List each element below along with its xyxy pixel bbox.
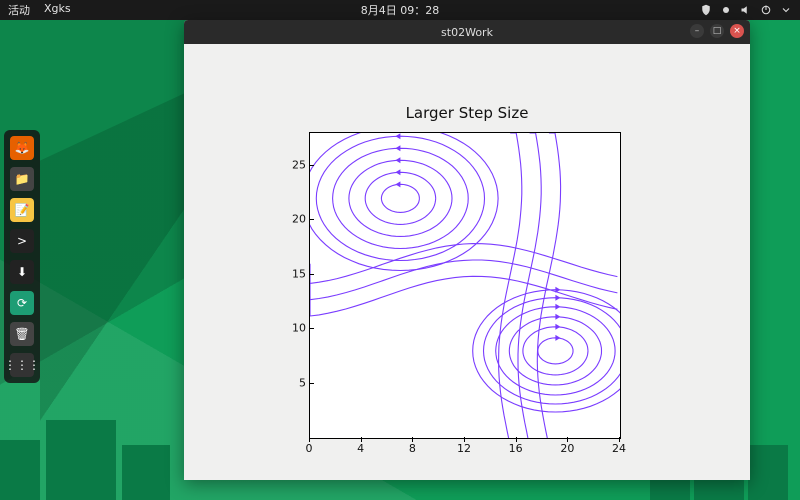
x-tick-label: 20 <box>560 442 574 455</box>
activities-button[interactable]: 活动 <box>8 2 30 18</box>
caret-icon[interactable] <box>780 4 792 16</box>
streamline-plot <box>310 133 620 438</box>
x-tick-label: 24 <box>612 442 626 455</box>
window-minimize-button[interactable]: – <box>690 24 704 38</box>
desktop: 活动 Xgks 8月4日 09：28 🦊 📁 📝 > ⬇ ⟳ 🗑 ⋮⋮⋮ <box>0 0 800 500</box>
y-tick-label: 15 <box>288 267 306 280</box>
y-tick-label: 25 <box>288 158 306 171</box>
shield-icon[interactable] <box>700 4 712 16</box>
x-tick-label: 8 <box>409 442 416 455</box>
app-window: st02Work – □ × Larger Step Size 0 4 8 12 16 2… <box>184 20 750 480</box>
clock[interactable]: 8月4日 09：28 <box>361 2 440 18</box>
chart-title: Larger Step Size <box>406 104 529 122</box>
y-tick-label: 20 <box>288 213 306 226</box>
dock-firefox-icon[interactable]: 🦊 <box>10 136 34 160</box>
plot-area: Larger Step Size 0 4 8 12 16 20 24 5 10 15 20 25 <box>184 44 750 480</box>
dock-files-icon[interactable]: 📁 <box>10 167 34 191</box>
window-close-button[interactable]: × <box>730 24 744 38</box>
y-tick-label: 10 <box>288 322 306 335</box>
x-tick-label: 0 <box>306 442 313 455</box>
dock-downloads-icon[interactable]: ⬇ <box>10 260 34 284</box>
x-tick-label: 4 <box>357 442 364 455</box>
window-maximize-button[interactable]: □ <box>710 24 724 38</box>
titlebar[interactable]: st02Work – □ × <box>184 20 750 44</box>
power-icon[interactable] <box>760 4 772 16</box>
y-tick-label: 5 <box>288 376 306 389</box>
dock: 🦊 📁 📝 > ⬇ ⟳ 🗑 ⋮⋮⋮ <box>4 130 40 383</box>
top-panel: 活动 Xgks 8月4日 09：28 <box>0 0 800 20</box>
x-tick-label: 16 <box>509 442 523 455</box>
dot-icon[interactable] <box>720 4 732 16</box>
dock-trash-icon[interactable]: 🗑 <box>10 322 34 346</box>
app-menu-button[interactable]: Xgks <box>44 2 71 18</box>
dock-terminal-icon[interactable]: > <box>10 229 34 253</box>
x-tick-label: 12 <box>457 442 471 455</box>
chart-axes <box>309 132 621 439</box>
volume-icon[interactable] <box>740 4 752 16</box>
dock-apps-grid-icon[interactable]: ⋮⋮⋮ <box>10 353 34 377</box>
window-title: st02Work <box>441 26 493 39</box>
system-tray[interactable] <box>700 4 792 16</box>
dock-text-editor-icon[interactable]: 📝 <box>10 198 34 222</box>
dock-software-icon[interactable]: ⟳ <box>10 291 34 315</box>
